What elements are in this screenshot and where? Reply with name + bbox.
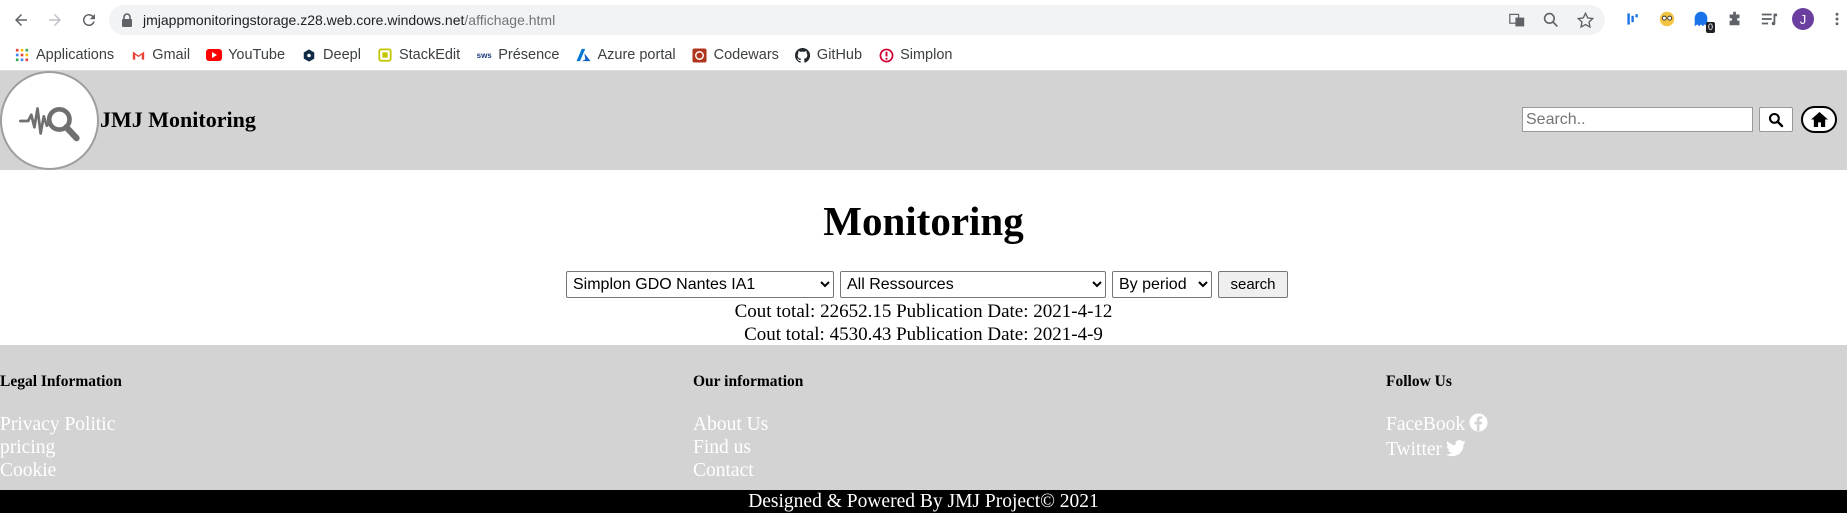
bookmark-github[interactable]: GitHub xyxy=(795,47,862,63)
footer-heading: Our information xyxy=(693,373,804,390)
filter-search-button[interactable]: search xyxy=(1218,271,1288,298)
bookmark-label: Simplon xyxy=(900,47,953,63)
bookmark-label: Azure portal xyxy=(597,47,676,63)
codewars-icon xyxy=(692,47,708,63)
search-icon xyxy=(1768,112,1784,127)
reading-list-icon[interactable] xyxy=(1758,8,1780,30)
footer-heading: Legal Information xyxy=(0,373,122,390)
footer-heading: Follow Us xyxy=(1386,373,1452,390)
reload-button[interactable] xyxy=(72,3,106,37)
bookmark-applications[interactable]: Applications xyxy=(14,47,114,63)
home-button[interactable] xyxy=(1801,106,1837,133)
privacy-link[interactable]: Privacy Politic xyxy=(0,413,122,436)
url-host: jmjappmonitoringstorage.z28.web.core.win… xyxy=(143,12,465,28)
presence-icon: sws xyxy=(476,50,492,60)
site-footer: Legal Information Privacy Politic pricin… xyxy=(0,345,1847,490)
site-logo[interactable] xyxy=(0,71,99,170)
result-line: Cout total: 22652.15 Publication Date: 2… xyxy=(734,301,1113,322)
url-path: /affichage.html xyxy=(464,12,556,28)
profile-avatar[interactable]: J xyxy=(1792,8,1814,30)
azure-icon xyxy=(575,47,591,63)
contact-link[interactable]: Contact xyxy=(693,459,803,482)
arrow-right-icon xyxy=(49,14,61,26)
bookmark-label: StackEdit xyxy=(398,47,461,63)
bookmark-label: Présence xyxy=(498,47,560,63)
bookmark-star-icon[interactable] xyxy=(1575,10,1595,30)
bookmark-label: YouTube xyxy=(228,47,286,63)
browser-toolbar: jmjappmonitoringstorage.z28.web.core.win… xyxy=(0,0,1847,40)
bookmark-presence[interactable]: sws Présence xyxy=(476,47,560,63)
site-title: JMJ Monitoring xyxy=(100,107,256,132)
group-select[interactable]: Simplon GDO Nantes IA1 xyxy=(566,271,834,298)
twitter-label: Twitter xyxy=(1386,439,1443,460)
bookmarks-bar: Applications Gmail YouTube Deepl StackEd… xyxy=(0,40,1847,71)
search-button[interactable] xyxy=(1759,107,1793,132)
stackedit-icon xyxy=(377,47,393,63)
bookmark-azure[interactable]: Azure portal xyxy=(575,47,676,63)
extension-bar-icon[interactable] xyxy=(1622,8,1644,30)
twitter-icon xyxy=(1446,440,1466,463)
back-button[interactable] xyxy=(4,3,38,37)
deepl-icon xyxy=(301,47,317,63)
search-input[interactable] xyxy=(1522,107,1753,132)
bookmark-label: Codewars xyxy=(713,47,779,63)
extension-badge: 0 xyxy=(1705,22,1715,33)
bookmark-label: Gmail xyxy=(152,47,191,63)
address-bar[interactable]: jmjappmonitoringstorage.z28.web.core.win… xyxy=(109,5,1605,35)
simplon-icon xyxy=(878,47,894,63)
resource-select[interactable]: All Ressources xyxy=(840,271,1106,298)
cookie-link[interactable]: Cookie xyxy=(0,459,122,482)
bookmark-stackedit[interactable]: StackEdit xyxy=(377,47,460,63)
facebook-link[interactable]: FaceBook xyxy=(1386,413,1488,438)
bookmark-label: GitHub xyxy=(816,47,863,63)
zoom-icon[interactable] xyxy=(1541,10,1561,30)
copyright-bar: Designed & Powered By JMJ Project© 2021 xyxy=(0,490,1847,513)
github-icon xyxy=(795,47,811,63)
footer-info-column: Our information About Us Find us Contact xyxy=(693,373,803,482)
main-content: Monitoring Simplon GDO Nantes IA1 All Re… xyxy=(0,170,1847,345)
arrow-left-icon xyxy=(15,14,27,26)
bookmark-label: Deepl xyxy=(323,47,361,63)
facebook-icon xyxy=(1469,413,1488,438)
bookmark-youtube[interactable]: YouTube xyxy=(206,47,285,63)
translate-icon[interactable] xyxy=(1507,10,1527,30)
extension-face-icon[interactable] xyxy=(1656,8,1678,30)
facebook-label: FaceBook xyxy=(1386,414,1466,435)
bookmark-simplon[interactable]: Simplon xyxy=(878,47,952,63)
footer-follow-column: Follow Us FaceBook Twitter xyxy=(1386,373,1488,463)
extension-ghost-icon[interactable]: 0 xyxy=(1690,8,1715,33)
footer-legal-column: Legal Information Privacy Politic pricin… xyxy=(0,373,122,482)
find-us-link[interactable]: Find us xyxy=(693,436,803,459)
puzzle-icon[interactable] xyxy=(1724,8,1746,30)
pricing-link[interactable]: pricing xyxy=(0,436,122,459)
bookmark-label: Applications xyxy=(36,47,115,63)
menu-dots-icon[interactable] xyxy=(1826,8,1847,30)
apps-grid-icon xyxy=(14,47,30,63)
bookmark-codewars[interactable]: Codewars xyxy=(692,47,779,63)
page-title: Monitoring xyxy=(823,198,1024,244)
bookmark-deepl[interactable]: Deepl xyxy=(301,47,361,63)
about-link[interactable]: About Us xyxy=(693,413,803,436)
lock-icon xyxy=(121,13,133,27)
forward-button[interactable] xyxy=(38,3,72,37)
period-select[interactable]: By period xyxy=(1112,271,1212,298)
gmail-icon xyxy=(130,47,146,63)
result-line: Cout total: 4530.43 Publication Date: 20… xyxy=(744,324,1103,345)
twitter-link[interactable]: Twitter xyxy=(1386,438,1488,463)
home-icon xyxy=(1810,111,1828,128)
results-list: Cout total: 22652.15 Publication Date: 2… xyxy=(0,300,1847,346)
pulse-magnifier-icon xyxy=(18,106,80,141)
reload-icon xyxy=(82,14,95,27)
bookmark-gmail[interactable]: Gmail xyxy=(130,47,190,63)
site-header: JMJ Monitoring xyxy=(0,71,1847,170)
youtube-icon xyxy=(206,47,223,63)
filter-bar: Simplon GDO Nantes IA1 All Ressources By… xyxy=(566,271,1288,298)
